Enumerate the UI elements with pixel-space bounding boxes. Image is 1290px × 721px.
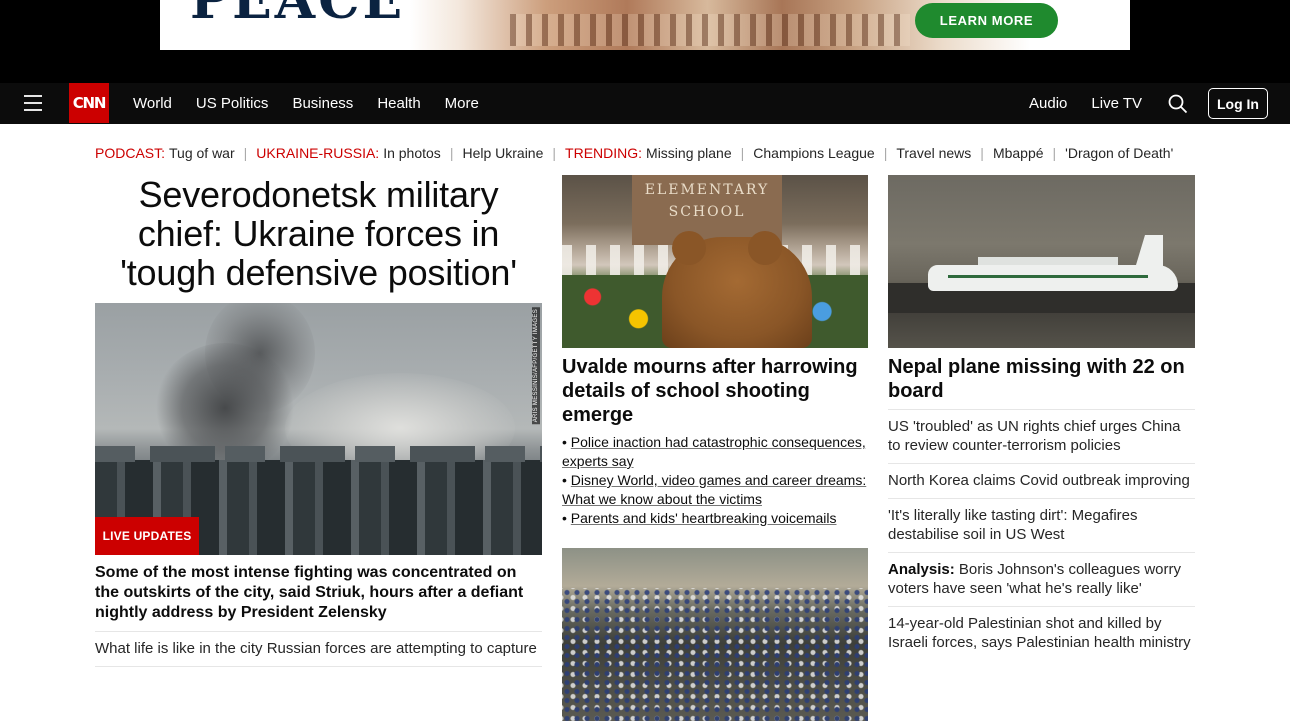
nav-link-more[interactable]: More [433,95,491,112]
photo-credit: ARIS MESSINIS/AFP/GETTY IMAGES [532,307,540,425]
trending-link[interactable]: Mbappé [993,145,1044,161]
story-headline[interactable]: Nepal plane missing with 22 on board [888,355,1195,403]
nav-link-health[interactable]: Health [365,95,432,112]
list-item[interactable]: North Korea claims Covid outbreak improv… [888,463,1195,498]
trending-item[interactable]: PODCAST: Tug of war [95,145,235,161]
nav-link-world[interactable]: World [121,95,184,112]
main-navigation: CNN World US Politics Business Health Mo… [0,83,1290,124]
nav-link-live-tv[interactable]: Live TV [1079,95,1154,112]
crowd-image[interactable] [562,548,868,721]
trending-link[interactable]: In photos [383,145,441,161]
uvalde-memorial-image[interactable]: ELEMENTARY SCHOOL [562,175,868,348]
divider: | [449,145,454,161]
nav-right: Audio Live TV Log In [1017,83,1268,124]
search-icon[interactable] [1166,92,1190,116]
trending-link[interactable]: Help Ukraine [462,145,543,161]
top-ad-band: PEACE LEARN MORE [0,0,1290,83]
divider: | [552,145,557,161]
live-updates-badge[interactable]: LIVE UPDATES [95,517,199,555]
trending-link[interactable]: Champions League [753,145,874,161]
bullet-item[interactable]: • Disney World, video games and career d… [562,471,868,509]
ad-learn-more-button[interactable]: LEARN MORE [915,3,1058,38]
related-link[interactable]: What life is like in the city Russian fo… [95,631,542,658]
trending-link[interactable]: Travel news [896,145,971,161]
list-item[interactable]: US 'troubled' as UN rights chief urges C… [888,409,1195,463]
nav-link-audio[interactable]: Audio [1017,95,1079,112]
bullet-item[interactable]: • Parents and kids' heartbreaking voicem… [562,509,868,528]
story-headline[interactable]: Uvalde mourns after harrowing details of… [562,355,868,427]
trending-kicker: UKRAINE-RUSSIA: [256,145,380,161]
trending-item[interactable]: 'Dragon of Death' [1065,145,1173,161]
bullet-item[interactable]: • Police inaction had catastrophic conse… [562,433,868,471]
trending-item[interactable]: Help Ukraine [462,145,543,161]
trending-item[interactable]: TRENDING: Missing plane [565,145,732,161]
list-item[interactable]: Analysis: Boris Johnson's colleagues wor… [888,552,1195,606]
nav-link-business[interactable]: Business [280,95,365,112]
divider: | [883,145,888,161]
trending-bar: PODCAST: Tug of war | UKRAINE-RUSSIA: In… [95,145,1205,161]
story-bullets: • Police inaction had catastrophic conse… [562,433,868,528]
ad-logo: PEACE [190,0,406,31]
middle-column: ELEMENTARY SCHOOL Uvalde mourns after ha… [562,175,868,721]
lead-story: Severodonetsk military chief: Ukraine fo… [95,175,542,676]
nav-links: World US Politics Business Health More [121,83,491,124]
trending-item[interactable]: UKRAINE-RUSSIA: In photos [256,145,441,161]
list-item[interactable]: 'It's literally like tasting dirt': Mega… [888,498,1195,552]
divider: | [980,145,984,161]
teddy-bear [662,231,812,348]
trending-item[interactable]: Champions League [753,145,874,161]
lead-image[interactable]: ARIS MESSINIS/AFP/GETTY IMAGES LIVE UPDA… [95,303,542,555]
analysis-label: Analysis: [888,561,955,578]
trending-link[interactable]: 'Dragon of Death' [1065,145,1173,161]
cnn-logo[interactable]: CNN [69,83,109,123]
trending-item[interactable]: Mbappé [993,145,1044,161]
nav-link-us-politics[interactable]: US Politics [184,95,281,112]
divider: | [243,145,248,161]
list-item[interactable]: 14-year-old Palestinian shot and killed … [888,606,1195,660]
trending-item[interactable]: Travel news [896,145,971,161]
lead-subheadline[interactable]: Some of the most intense fighting was co… [95,563,542,623]
headline-list: US 'troubled' as UN rights chief urges C… [888,409,1195,660]
trending-link[interactable]: Missing plane [646,145,732,161]
advertisement[interactable]: PEACE LEARN MORE [160,0,1130,50]
trending-kicker: PODCAST: [95,145,166,161]
nepal-plane-image[interactable] [888,175,1195,348]
trending-link[interactable]: Tug of war [169,145,235,161]
trending-kicker: TRENDING: [565,145,643,161]
bullet-link[interactable]: Police inaction had catastrophic consequ… [562,434,866,469]
bullet-link[interactable]: Parents and kids' heartbreaking voicemai… [571,510,837,526]
lead-headline[interactable]: Severodonetsk military chief: Ukraine fo… [95,175,542,292]
login-button[interactable]: Log In [1208,88,1268,119]
right-column: Nepal plane missing with 22 on board US … [888,175,1195,660]
menu-icon[interactable] [24,95,42,111]
divider: | [740,145,745,161]
bullet-link[interactable]: Disney World, video games and career dre… [562,472,866,507]
divider: | [1052,145,1057,161]
